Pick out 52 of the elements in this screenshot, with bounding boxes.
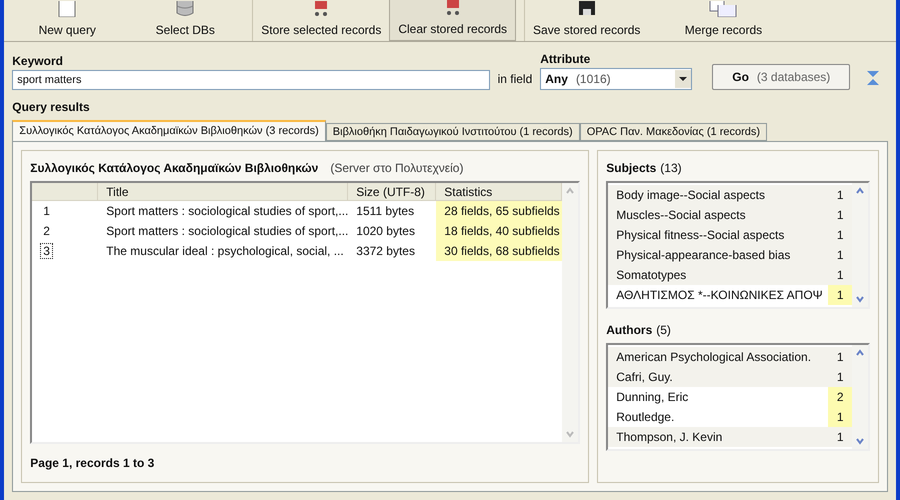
row-number[interactable]: 1 bbox=[40, 203, 53, 219]
facet-item[interactable]: Cafri, Guy. 1 bbox=[608, 367, 852, 387]
facet-title: Subjects bbox=[606, 160, 656, 177]
facet-item[interactable]: Somatotypes 1 bbox=[608, 265, 852, 285]
facet-item[interactable]: Muscles--Social aspects 1 bbox=[608, 205, 852, 225]
table-cell: 28 fields, 65 subfields bbox=[436, 201, 562, 221]
field-label: in field bbox=[498, 71, 532, 88]
caret-icon[interactable] bbox=[675, 70, 692, 88]
pages-icon bbox=[708, 1, 738, 17]
status-text: Page 1, records 1 to 3 bbox=[30, 455, 156, 472]
table-cell-text: The muscular ideal : psychological, social, ... bbox=[105, 243, 345, 260]
facet-count: (5) bbox=[656, 322, 671, 339]
facet-item[interactable]: American Psychological Association. 1 bbox=[608, 347, 852, 367]
row-number[interactable]: 2 bbox=[40, 223, 53, 239]
toolbar-button[interactable]: Clear stored records bbox=[389, 0, 516, 41]
server-label: (Server στο Πολυτεχνείο) bbox=[330, 160, 464, 177]
row-number[interactable]: 3 bbox=[40, 243, 53, 259]
collapse-icon[interactable] bbox=[866, 70, 880, 86]
tab[interactable]: Συλλογικός Κατάλογος Ακαδημαϊκών Βιβλιοθηκών (3 records) bbox=[12, 120, 326, 141]
table-cell-text: 3372 bytes bbox=[355, 243, 416, 260]
facet-item[interactable]: Thompson, J. Kevin 1 bbox=[608, 427, 852, 447]
table-cell: 18 fields, 40 subfields bbox=[436, 221, 562, 241]
table-cell-text: 1020 bytes bbox=[355, 223, 416, 240]
tab[interactable]: OPAC Παν. Μακεδονίας (1 records) bbox=[580, 123, 768, 141]
facet-item[interactable]: Physical-appearance-based bias 1 bbox=[608, 245, 852, 265]
database-title: Συλλογικός Κατάλογος Ακαδημαϊκών Βιβλιοθηκών bbox=[30, 160, 318, 177]
table-cell-text: Sport matters : sociological studies of sport,... bbox=[105, 223, 348, 240]
field-label: Keyword bbox=[12, 53, 64, 70]
scrollbar[interactable] bbox=[852, 183, 868, 307]
toolbar-button[interactable]: Select DBs bbox=[126, 0, 244, 41]
go-button[interactable]: Go (3 databases) bbox=[712, 64, 850, 90]
toolbar-button[interactable]: New query bbox=[8, 0, 126, 41]
table-cell-text: 1511 bytes bbox=[355, 203, 416, 220]
facet-item[interactable]: Body image--Social aspects 1 bbox=[608, 185, 852, 205]
column-header[interactable]: Title bbox=[98, 183, 348, 200]
column-header[interactable]: Size (UTF-8) bbox=[348, 183, 436, 200]
field-label: Attribute bbox=[540, 51, 592, 68]
tab[interactable]: Βιβλιοθήκη Παιδαγωγικού Ινστιτούτου (1 records) bbox=[326, 123, 580, 141]
scrollbar[interactable] bbox=[852, 345, 868, 449]
toolbar-button[interactable]: Merge records bbox=[648, 0, 798, 41]
facet-count: (13) bbox=[660, 160, 682, 177]
facet-item[interactable]: Physical fitness--Social aspects 1 bbox=[608, 225, 852, 245]
facet-title: Authors bbox=[606, 322, 652, 339]
table-cell: 30 fields, 68 subfields bbox=[436, 241, 562, 261]
section-title: Query results bbox=[11, 99, 91, 116]
database-icon bbox=[174, 1, 196, 17]
table-cell-text: Sport matters : sociological studies of sport,... bbox=[105, 203, 348, 220]
scrollbar[interactable] bbox=[562, 183, 578, 442]
keyword-field[interactable]: sport matters bbox=[12, 70, 490, 90]
page-icon bbox=[56, 1, 78, 17]
toolbar-button[interactable]: Save stored records bbox=[524, 0, 648, 41]
attribute-dropdown[interactable]: Any (1016) bbox=[540, 68, 692, 90]
